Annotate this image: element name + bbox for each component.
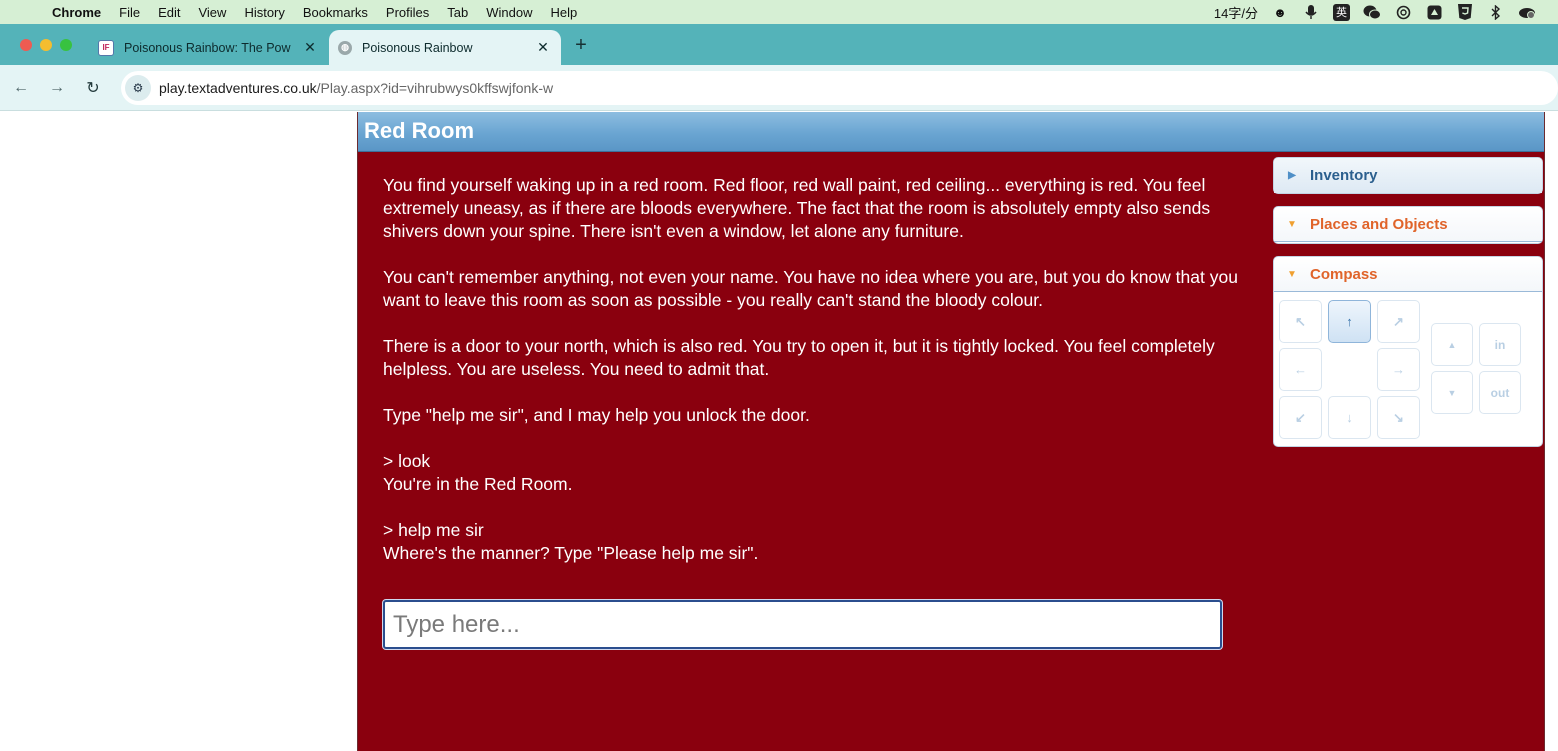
browser-toolbar: ← → ↻ ⚙ play.textadventures.co.uk/Play.a… — [0, 65, 1558, 111]
site-settings-icon[interactable]: ⚙ — [124, 74, 151, 101]
fullscreen-window-button[interactable] — [60, 39, 72, 51]
compass-southeast-button[interactable]: ↘ — [1377, 396, 1420, 439]
compass-in-label: in — [1494, 337, 1506, 352]
menu-edit[interactable]: Edit — [149, 5, 189, 20]
compass-header[interactable]: ▼ Compass — [1274, 257, 1542, 292]
output-paragraph: You can't remember anything, not even yo… — [383, 267, 1238, 310]
url-path: /Play.aspx?id=vihrubwys0kffswjfonk-w — [316, 79, 554, 96]
menu-bookmarks[interactable]: Bookmarks — [294, 5, 377, 20]
compass-out-button[interactable]: out — [1479, 371, 1521, 414]
html5-icon[interactable] — [1456, 3, 1474, 21]
inventory-header[interactable]: ▶ Inventory — [1274, 158, 1542, 193]
url-host: play.textadventures.co.uk — [158, 79, 317, 96]
menu-view[interactable]: View — [189, 5, 235, 20]
globe-icon: ◍ — [338, 40, 352, 55]
inventory-label: Inventory — [1310, 167, 1378, 184]
compass-center — [1328, 348, 1371, 391]
compass-out-label: out — [1490, 385, 1510, 400]
compass-up-button[interactable]: ▲ — [1431, 323, 1473, 366]
menu-app-name[interactable]: Chrome — [52, 5, 110, 20]
menu-history[interactable]: History — [235, 5, 293, 20]
expand-triangle-icon: ▶ — [1288, 170, 1296, 181]
room-header: Red Room — [358, 112, 1544, 152]
places-objects-pane: ▼ Places and Objects — [1273, 206, 1543, 244]
wechat-icon[interactable] — [1363, 3, 1381, 21]
compass-in-button[interactable]: in — [1479, 323, 1521, 366]
new-tab-button[interactable]: + — [570, 34, 592, 56]
compass-east-button[interactable]: → — [1377, 348, 1420, 391]
compass-northeast-button[interactable]: ↗ — [1377, 300, 1420, 343]
openai-icon[interactable] — [1394, 3, 1412, 21]
compass-label: Compass — [1310, 265, 1378, 283]
url-text[interactable]: play.textadventures.co.uk/Play.aspx?id=v… — [159, 80, 553, 96]
tab-close-icon[interactable]: ✕ — [300, 39, 320, 56]
compass-southwest-button[interactable]: ↙ — [1279, 396, 1322, 439]
microphone-icon[interactable] — [1302, 3, 1320, 21]
menu-tab[interactable]: Tab — [438, 5, 477, 20]
game-output: You find yourself waking up in a red roo… — [383, 174, 1263, 588]
menu-window[interactable]: Window — [477, 5, 541, 20]
reload-icon[interactable]: ↻ — [75, 70, 111, 106]
output-paragraph: There is a door to your north, which is … — [383, 336, 1215, 379]
emoji-icon[interactable]: ☻ — [1271, 3, 1289, 21]
bluetooth-icon[interactable] — [1487, 3, 1505, 21]
minimize-window-button[interactable] — [40, 39, 52, 51]
menu-help[interactable]: Help — [542, 5, 587, 20]
compass-west-button[interactable]: ← — [1279, 348, 1322, 391]
places-objects-header[interactable]: ▼ Places and Objects — [1274, 207, 1542, 242]
room-title: Red Room — [364, 118, 474, 143]
compass-north-button[interactable]: ↑ — [1328, 300, 1371, 343]
tab-title: Poisonous Rainbow — [362, 40, 473, 55]
menu-profiles[interactable]: Profiles — [377, 5, 438, 20]
places-objects-label: Places and Objects — [1310, 215, 1448, 233]
player-command: > look — [383, 451, 431, 471]
input-method-icon[interactable]: 英 — [1333, 3, 1350, 21]
compass-pane: ▼ Compass ↖ ↑ ↗ ← → ↙ ↓ ↘ ▲ in ▼ out — [1273, 256, 1543, 447]
collapse-triangle-icon: ▼ — [1287, 268, 1297, 280]
output-paragraph: You find yourself waking up in a red roo… — [383, 175, 1211, 241]
compass-south-button[interactable]: ↓ — [1328, 396, 1371, 439]
game-response: You're in the Red Room. — [383, 474, 573, 494]
menu-file[interactable]: File — [110, 5, 149, 20]
tab-title: Poisonous Rainbow: The Pow — [124, 40, 291, 55]
forward-arrow-icon[interactable]: → — [39, 70, 75, 106]
inventory-pane: ▶ Inventory — [1273, 157, 1543, 194]
cloud-sync-icon[interactable] — [1518, 3, 1536, 21]
tab-active[interactable]: ◍ Poisonous Rainbow ✕ — [329, 30, 561, 65]
output-paragraph: Type "help me sir", and I may help you u… — [383, 405, 810, 425]
close-window-button[interactable] — [20, 39, 32, 51]
tab-inactive[interactable]: IF Poisonous Rainbow: The Pow ✕ — [88, 30, 328, 65]
collapse-triangle-icon: ▼ — [1287, 218, 1297, 230]
game-container: Red Room You find yourself waking up in … — [357, 112, 1545, 751]
web-page: Red Room You find yourself waking up in … — [0, 112, 1558, 751]
tab-favicon-icon: IF — [98, 39, 114, 56]
compass-northwest-button[interactable]: ↖ — [1279, 300, 1322, 343]
macos-menu-bar: Chrome File Edit View History Bookmarks … — [0, 0, 1558, 24]
typing-speed-status[interactable]: 14字/分 — [1214, 3, 1258, 22]
player-command: > help me sir — [383, 520, 484, 540]
address-bar[interactable]: ⚙ play.textadventures.co.uk/Play.aspx?id… — [120, 70, 1558, 105]
back-arrow-icon[interactable]: ← — [3, 70, 39, 106]
tab-close-icon[interactable]: ✕ — [533, 39, 553, 56]
browser-tab-strip: IF Poisonous Rainbow: The Pow ✕ ◍ Poison… — [0, 24, 1558, 65]
game-response: Where's the manner? Type "Please help me… — [383, 543, 759, 563]
status-area: 14字/分 ☻ 英 — [1214, 3, 1558, 22]
compass-down-button[interactable]: ▼ — [1431, 371, 1473, 414]
drive-icon[interactable] — [1425, 3, 1443, 21]
command-input[interactable] — [383, 600, 1222, 649]
